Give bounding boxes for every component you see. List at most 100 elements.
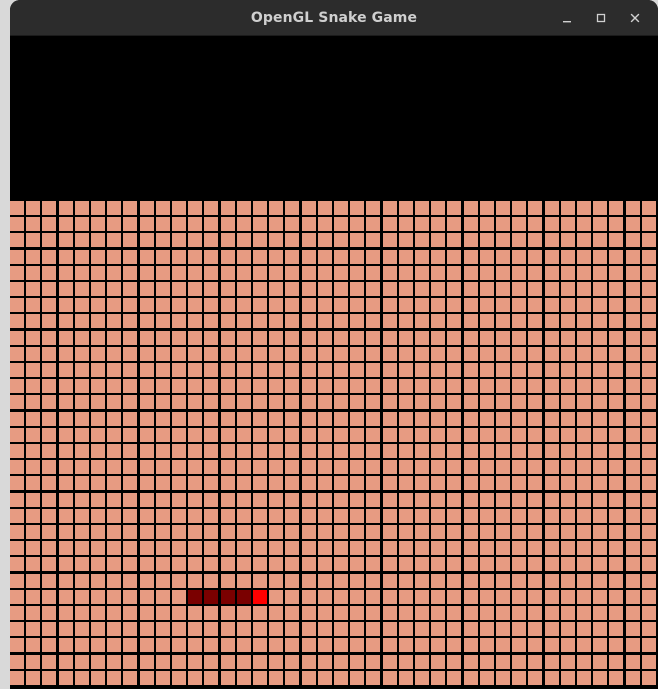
grid-cell bbox=[26, 282, 40, 296]
grid-cell bbox=[107, 250, 121, 264]
grid-cell bbox=[59, 282, 73, 296]
grid-cell bbox=[561, 363, 575, 377]
grid-cell bbox=[221, 250, 235, 264]
grid-cell bbox=[188, 314, 202, 328]
grid-cell bbox=[528, 606, 542, 620]
grid-cell bbox=[140, 412, 154, 426]
grid-cell bbox=[383, 363, 397, 377]
grid-cell bbox=[642, 250, 656, 264]
grid-cell bbox=[302, 525, 316, 539]
grid-cell bbox=[561, 557, 575, 571]
grid-cell bbox=[464, 217, 478, 231]
grid-cell bbox=[123, 201, 137, 215]
grid-cell bbox=[593, 282, 607, 296]
grid-cell bbox=[237, 266, 251, 280]
grid-cell bbox=[561, 638, 575, 652]
grid-cell bbox=[512, 379, 526, 393]
grid-cell bbox=[140, 331, 154, 345]
grid-cell bbox=[447, 444, 461, 458]
grid-cell bbox=[107, 412, 121, 426]
grid-cell bbox=[512, 347, 526, 361]
grid-cell bbox=[188, 233, 202, 247]
close-button[interactable] bbox=[618, 0, 652, 36]
grid-cell bbox=[366, 395, 380, 409]
grid-cell bbox=[237, 444, 251, 458]
grid-cell bbox=[496, 574, 510, 588]
grid-cell bbox=[561, 331, 575, 345]
grid-cell bbox=[10, 233, 24, 247]
grid-cell bbox=[383, 606, 397, 620]
grid-cell bbox=[528, 590, 542, 604]
grid-cell bbox=[204, 266, 218, 280]
grid-cell bbox=[447, 298, 461, 312]
grid-cell bbox=[350, 557, 364, 571]
grid-cell bbox=[334, 412, 348, 426]
grid-cell bbox=[285, 493, 299, 507]
grid-cell bbox=[399, 444, 413, 458]
grid-cell bbox=[431, 412, 445, 426]
grid-cell bbox=[366, 493, 380, 507]
grid-cell bbox=[626, 347, 640, 361]
grid-cell bbox=[545, 671, 559, 685]
grid-cell bbox=[399, 493, 413, 507]
grid-cell bbox=[609, 314, 623, 328]
grid-cell bbox=[123, 395, 137, 409]
grid-cell bbox=[318, 655, 332, 669]
grid-cell bbox=[366, 590, 380, 604]
grid-cell bbox=[204, 314, 218, 328]
grid-cell bbox=[593, 217, 607, 231]
grid-cell bbox=[561, 655, 575, 669]
grid-cell bbox=[140, 476, 154, 490]
minimize-button[interactable] bbox=[550, 0, 584, 36]
grid-cell bbox=[156, 574, 170, 588]
grid-cell bbox=[204, 476, 218, 490]
grid-cell bbox=[172, 266, 186, 280]
grid-cell bbox=[237, 395, 251, 409]
grid-cell bbox=[75, 557, 89, 571]
grid-cell bbox=[140, 557, 154, 571]
grid-cell bbox=[464, 606, 478, 620]
grid-cell bbox=[577, 233, 591, 247]
grid-cell bbox=[528, 428, 542, 442]
grid-cell bbox=[107, 379, 121, 393]
grid-cell bbox=[26, 557, 40, 571]
grid-cell bbox=[545, 460, 559, 474]
grid-cell bbox=[431, 541, 445, 555]
grid-cell bbox=[204, 574, 218, 588]
grid-cell bbox=[561, 412, 575, 426]
grid-cell bbox=[480, 412, 494, 426]
grid-cell bbox=[221, 444, 235, 458]
grid-cell bbox=[75, 590, 89, 604]
grid-cell bbox=[609, 347, 623, 361]
grid-cell bbox=[123, 606, 137, 620]
grid-cell bbox=[156, 622, 170, 636]
grid-cell bbox=[480, 379, 494, 393]
grid-cell bbox=[609, 331, 623, 345]
grid-cell bbox=[91, 363, 105, 377]
grid-cell bbox=[447, 331, 461, 345]
grid-cell bbox=[626, 606, 640, 620]
grid-cell bbox=[269, 541, 283, 555]
title-bar[interactable]: OpenGL Snake Game bbox=[10, 0, 658, 36]
grid-cell bbox=[545, 250, 559, 264]
grid-cell bbox=[204, 444, 218, 458]
grid-cell bbox=[480, 331, 494, 345]
grid-cell bbox=[237, 557, 251, 571]
grid-cell bbox=[447, 655, 461, 669]
grid-cell bbox=[172, 606, 186, 620]
game-viewport[interactable] bbox=[10, 36, 658, 689]
grid-cell bbox=[156, 460, 170, 474]
grid-cell bbox=[496, 525, 510, 539]
grid-cell bbox=[75, 347, 89, 361]
grid-cell bbox=[172, 590, 186, 604]
grid-cell bbox=[545, 655, 559, 669]
grid-cell bbox=[626, 671, 640, 685]
grid-cell bbox=[464, 444, 478, 458]
grid-cell bbox=[609, 541, 623, 555]
grid-cell bbox=[91, 590, 105, 604]
grid-cell bbox=[350, 638, 364, 652]
grid-cell bbox=[253, 250, 267, 264]
maximize-button[interactable] bbox=[584, 0, 618, 36]
grid-cell bbox=[107, 655, 121, 669]
grid-cell bbox=[593, 509, 607, 523]
